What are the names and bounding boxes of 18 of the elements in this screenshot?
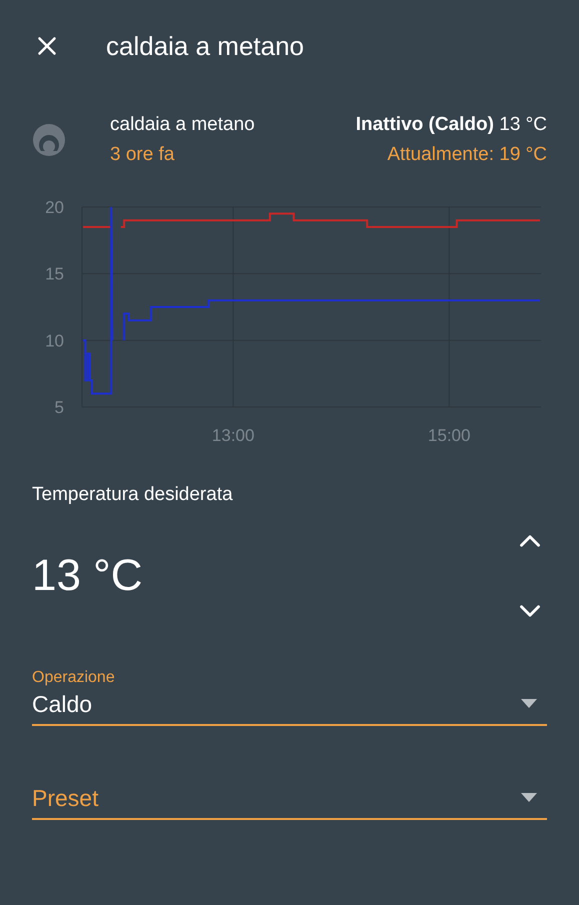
x-axis-label: 13:00 bbox=[212, 426, 254, 445]
y-axis-label: 15 bbox=[45, 264, 64, 284]
select-field[interactable]: Operazione Caldo bbox=[32, 658, 547, 726]
y-axis-label: 10 bbox=[45, 331, 64, 350]
last-changed: 3 ore fa bbox=[110, 144, 176, 166]
x-axis-label: 15:00 bbox=[428, 426, 470, 445]
thermostat-icon bbox=[32, 123, 66, 157]
dropdown-icon bbox=[521, 793, 537, 802]
current-temperature: Attualmente: 19 °C bbox=[387, 144, 547, 166]
target-temperature: 13 °C bbox=[32, 551, 143, 601]
dropdown-icon bbox=[521, 699, 537, 708]
dialog-title: caldaia a metano bbox=[106, 30, 304, 62]
entity-state: Inattivo (Caldo) 13 °C bbox=[356, 114, 547, 136]
y-axis-label: 5 bbox=[54, 398, 64, 417]
y-axis-label: 20 bbox=[45, 198, 64, 217]
entity-name: caldaia a metano bbox=[110, 114, 255, 136]
target-label: Temperatura desiderata bbox=[32, 484, 234, 506]
select-field[interactable]: Preset bbox=[32, 760, 547, 820]
